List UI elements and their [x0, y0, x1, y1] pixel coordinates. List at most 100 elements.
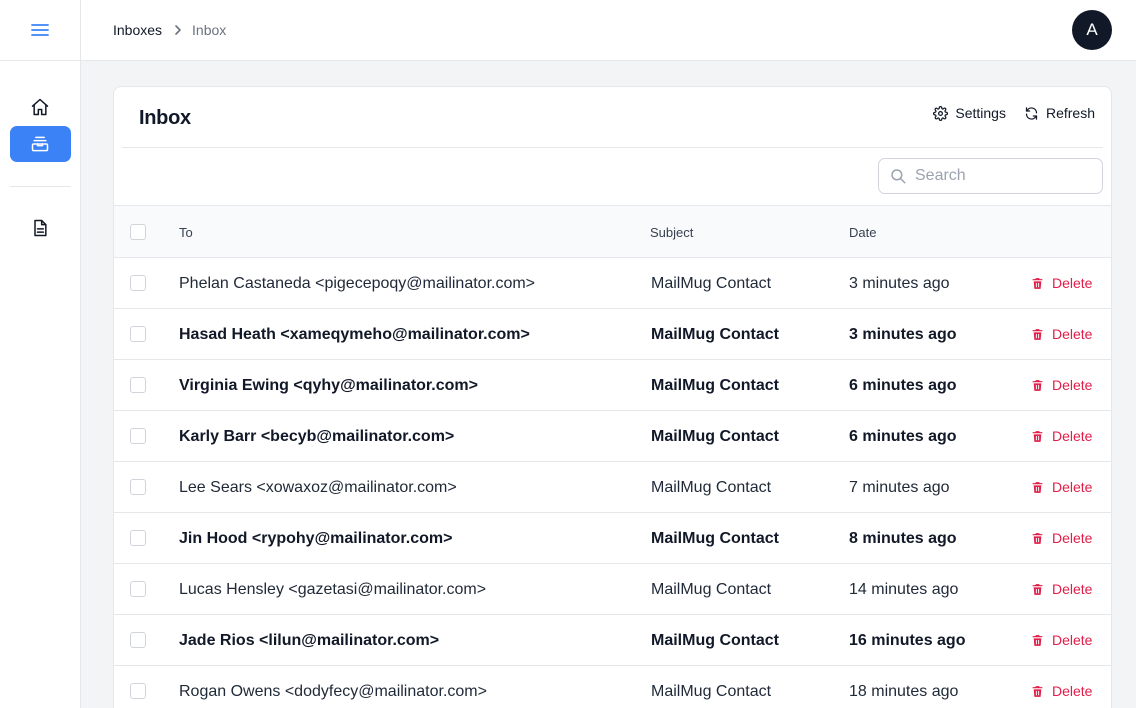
table-header: To Subject Date [114, 205, 1111, 258]
delete-label: Delete [1052, 428, 1093, 444]
row-recipient: Jade Rios <lilun@mailinator.com> [179, 632, 440, 649]
row-checkbox[interactable] [130, 377, 146, 393]
column-header-date[interactable]: Date [849, 225, 876, 240]
inbox-tray-icon [30, 134, 50, 154]
sidebar [0, 0, 81, 708]
table-row[interactable]: Virginia Ewing <qyhy@mailinator.com> Mai… [114, 360, 1111, 411]
row-date: 7 minutes ago [849, 479, 950, 496]
settings-button[interactable]: Settings [933, 105, 1006, 121]
row-checkbox[interactable] [130, 530, 146, 546]
delete-label: Delete [1052, 581, 1093, 597]
delete-button[interactable]: Delete [1031, 581, 1092, 597]
inbox-card: Inbox Settings Refresh Search To Subject… [113, 86, 1112, 708]
row-subject: MailMug Contact [651, 530, 779, 547]
card-header: Inbox Settings Refresh [122, 87, 1103, 148]
delete-label: Delete [1052, 530, 1093, 546]
row-subject: MailMug Contact [651, 632, 779, 649]
delete-button[interactable]: Delete [1031, 632, 1092, 648]
refresh-icon [1024, 106, 1039, 121]
table-row[interactable]: Karly Barr <becyb@mailinator.com> MailMu… [114, 411, 1111, 462]
row-subject: MailMug Contact [651, 275, 772, 292]
row-date: 6 minutes ago [849, 377, 957, 394]
table-row[interactable]: Phelan Castaneda <pigecepoqy@mailinator.… [114, 258, 1111, 309]
search-input[interactable] [915, 167, 1095, 185]
row-recipient: Lucas Hensley <gazetasi@mailinator.com> [179, 581, 487, 598]
topbar: Inboxes Inbox A [81, 0, 1136, 61]
row-checkbox[interactable] [130, 632, 146, 648]
row-subject: MailMug Contact [651, 479, 772, 496]
avatar[interactable]: A [1072, 10, 1112, 50]
row-checkbox[interactable] [130, 428, 146, 444]
sidebar-divider [9, 186, 71, 187]
row-subject: MailMug Contact [651, 428, 779, 445]
delete-label: Delete [1052, 275, 1093, 291]
refresh-button[interactable]: Refresh [1024, 105, 1095, 121]
trash-icon [1031, 430, 1044, 443]
breadcrumb: Inboxes Inbox [113, 22, 226, 38]
row-date: 18 minutes ago [849, 683, 959, 700]
row-subject: MailMug Contact [651, 581, 772, 598]
row-date: 3 minutes ago [849, 275, 950, 292]
row-date: 8 minutes ago [849, 530, 957, 547]
row-recipient: Lee Sears <xowaxoz@mailinator.com> [179, 479, 457, 496]
breadcrumb-inboxes[interactable]: Inboxes [113, 22, 162, 38]
sidebar-item-home[interactable] [10, 89, 71, 125]
table-body: Phelan Castaneda <pigecepoqy@mailinator.… [114, 258, 1111, 708]
row-date: 6 minutes ago [849, 428, 957, 445]
delete-button[interactable]: Delete [1031, 479, 1092, 495]
delete-button[interactable]: Delete [1031, 428, 1092, 444]
delete-label: Delete [1052, 377, 1093, 393]
sidebar-item-docs[interactable] [10, 210, 71, 246]
page-title: Inbox [139, 107, 191, 129]
trash-icon [1031, 481, 1044, 494]
trash-icon [1031, 634, 1044, 647]
row-recipient: Rogan Owens <dodyfecy@mailinator.com> [179, 683, 487, 700]
row-date: 14 minutes ago [849, 581, 959, 598]
row-recipient: Virginia Ewing <qyhy@mailinator.com> [179, 377, 478, 394]
trash-icon [1031, 379, 1044, 392]
chevron-right-icon [172, 24, 184, 36]
delete-button[interactable]: Delete [1031, 683, 1092, 699]
trash-icon [1031, 328, 1044, 341]
table-row[interactable]: Lucas Hensley <gazetasi@mailinator.com> … [114, 564, 1111, 615]
row-subject: MailMug Contact [651, 326, 779, 343]
delete-button[interactable]: Delete [1031, 275, 1092, 291]
breadcrumb-inbox: Inbox [192, 22, 227, 38]
delete-button[interactable]: Delete [1031, 530, 1092, 546]
row-checkbox[interactable] [130, 581, 146, 597]
column-header-to[interactable]: To [179, 225, 193, 240]
settings-label: Settings [955, 105, 1006, 121]
refresh-label: Refresh [1045, 105, 1095, 121]
gear-icon [933, 105, 949, 121]
row-date: 3 minutes ago [849, 326, 957, 343]
table-row[interactable]: Hasad Heath <xameqymeho@mailinator.com> … [114, 309, 1111, 360]
table-row[interactable]: Rogan Owens <dodyfecy@mailinator.com> Ma… [114, 666, 1111, 708]
row-subject: MailMug Contact [651, 377, 779, 394]
home-icon [30, 97, 50, 117]
sidebar-item-inboxes[interactable] [9, 126, 71, 162]
delete-button[interactable]: Delete [1031, 326, 1092, 342]
column-header-subject[interactable]: Subject [650, 225, 693, 240]
row-recipient: Phelan Castaneda <pigecepoqy@mailinator.… [179, 275, 536, 292]
row-checkbox[interactable] [130, 479, 146, 495]
row-checkbox[interactable] [130, 275, 146, 291]
email-table: To Subject Date Phelan Castaneda <pigece… [114, 205, 1111, 708]
table-row[interactable]: Jin Hood <rypohy@mailinator.com> MailMug… [114, 513, 1111, 564]
app: Inboxes Inbox A Inbox Settings Refresh S… [0, 0, 1136, 708]
sidebar-nav [0, 61, 80, 246]
table-row[interactable]: Jade Rios <lilun@mailinator.com> MailMug… [114, 615, 1111, 666]
search-box[interactable] [878, 158, 1103, 194]
row-recipient: Karly Barr <becyb@mailinator.com> [179, 428, 455, 445]
row-date: 16 minutes ago [849, 632, 966, 649]
delete-label: Delete [1052, 683, 1093, 699]
row-checkbox[interactable] [130, 326, 146, 342]
row-subject: MailMug Contact [651, 683, 772, 700]
trash-icon [1031, 685, 1044, 698]
row-recipient: Jin Hood <rypohy@mailinator.com> [179, 530, 453, 547]
document-icon [30, 218, 50, 238]
select-all-checkbox[interactable] [130, 224, 146, 240]
delete-button[interactable]: Delete [1031, 377, 1092, 393]
row-checkbox[interactable] [130, 683, 146, 699]
hamburger-icon[interactable] [30, 20, 50, 40]
table-row[interactable]: Lee Sears <xowaxoz@mailinator.com> MailM… [114, 462, 1111, 513]
